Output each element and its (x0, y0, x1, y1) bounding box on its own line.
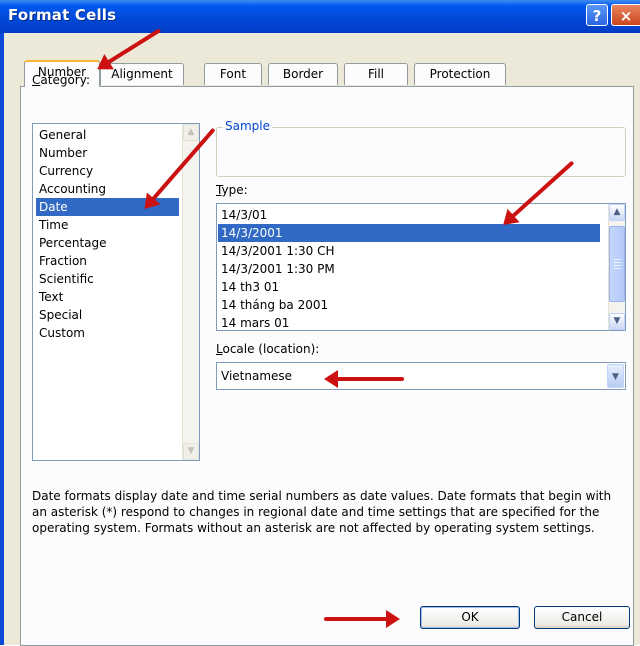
tab-protection[interactable]: Protection (414, 63, 506, 85)
tab-font[interactable]: Font (204, 63, 262, 85)
category-label: Category: (32, 73, 90, 87)
scroll-down-icon[interactable]: ▼ (183, 443, 199, 460)
annotation-arrow-ok (324, 610, 400, 628)
close-button[interactable]: × (611, 4, 640, 26)
scroll-thumb[interactable] (609, 226, 625, 302)
locale-label: Locale (location): (216, 342, 320, 356)
dialog-title: Format Cells (8, 6, 117, 24)
scroll-up-icon[interactable]: ▲ (609, 204, 625, 221)
scroll-up-icon[interactable]: ▲ (183, 124, 199, 141)
type-list-item[interactable]: 14 mars 01 (218, 314, 600, 330)
scroll-down-icon[interactable]: ▼ (609, 313, 625, 330)
category-list-item[interactable]: Time (36, 216, 179, 234)
category-scrollbar[interactable]: ▲ ▼ (182, 124, 199, 460)
category-items: General Number Currency Accounting Date Time P… (36, 126, 179, 342)
tab-alignment[interactable]: Alignment (100, 63, 184, 85)
category-list-item[interactable]: Currency (36, 162, 179, 180)
type-items: 14/3/01 14/3/2001 14/3/2001 1:30 CH 14/3/20… (218, 206, 600, 330)
category-list-item[interactable]: Text (36, 288, 179, 306)
category-list-item[interactable]: Number (36, 144, 179, 162)
ok-button[interactable]: OK (420, 606, 520, 629)
cancel-button[interactable]: Cancel (534, 606, 630, 629)
type-label: Type: (216, 183, 248, 197)
type-list[interactable]: 14/3/01 14/3/2001 14/3/2001 1:30 CH 14/3/20… (216, 203, 626, 331)
category-list-item[interactable]: Special (36, 306, 179, 324)
locale-select[interactable]: Vietnamese ▼ (216, 362, 626, 390)
category-list-item[interactable]: Scientific (36, 270, 179, 288)
type-list-item[interactable]: 14/3/2001 1:30 PM (218, 260, 600, 278)
help-button[interactable]: ? (586, 4, 608, 26)
locale-value: Vietnamese (221, 369, 293, 383)
type-list-item[interactable]: 14/3/2001 1:30 CH (218, 242, 600, 260)
tab-fill[interactable]: Fill (344, 63, 408, 85)
category-list-item[interactable]: General (36, 126, 179, 144)
tab-border[interactable]: Border (268, 63, 338, 85)
type-list-item[interactable]: 14 th3 01 (218, 278, 600, 296)
category-list-item[interactable]: Percentage (36, 234, 179, 252)
type-list-item[interactable]: 14 tháng ba 2001 (218, 296, 600, 314)
category-list-item[interactable]: Custom (36, 324, 179, 342)
type-list-item[interactable]: 14/3/2001 (218, 224, 600, 242)
format-cells-dialog: Format Cells ? × Number Alignment Font B… (0, 0, 640, 646)
category-list-item[interactable]: Fraction (36, 252, 179, 270)
format-description: Date formats display date and time seria… (32, 489, 612, 535)
title-bar[interactable]: Format Cells ? × (0, 0, 640, 33)
annotation-arrow-locale (330, 377, 404, 381)
type-scrollbar[interactable]: ▲ ▼ (608, 204, 625, 330)
sample-label: Sample (223, 119, 272, 133)
chevron-down-icon[interactable]: ▼ (607, 364, 624, 388)
type-list-item[interactable]: 14/3/01 (218, 206, 600, 224)
